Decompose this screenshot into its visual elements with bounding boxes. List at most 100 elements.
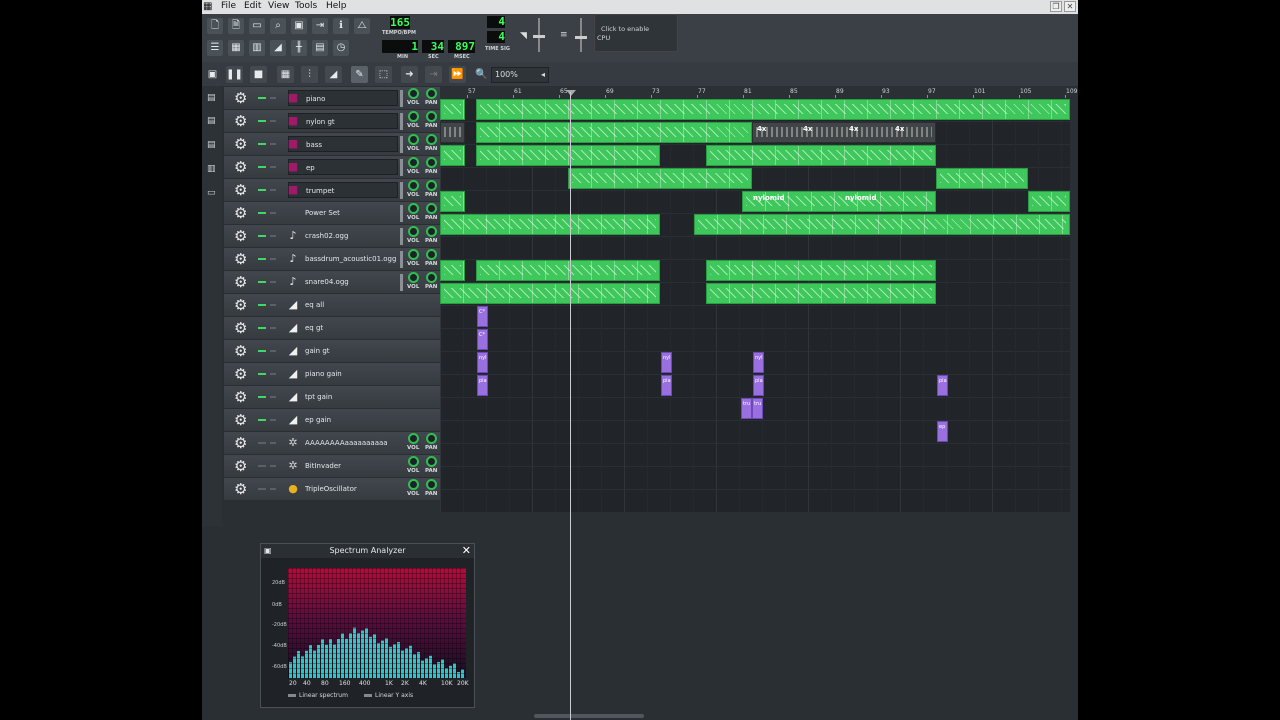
- mute-toggle[interactable]: [258, 304, 266, 306]
- track-settings-gear-icon[interactable]: ⚙: [234, 135, 247, 153]
- timesig-numerator-display[interactable]: 4: [487, 16, 505, 28]
- samples-folder-icon[interactable]: ▤: [207, 116, 217, 126]
- pan-knob[interactable]: [426, 111, 437, 122]
- pan-knob[interactable]: [426, 203, 437, 214]
- track-settings-gear-icon[interactable]: ⚙: [234, 250, 247, 268]
- mute-toggle[interactable]: [258, 258, 266, 260]
- pan-knob[interactable]: [426, 272, 437, 283]
- mute-toggle[interactable]: [258, 465, 266, 467]
- automation-clip[interactable]: tru: [741, 398, 752, 419]
- vol-knob[interactable]: [408, 456, 419, 467]
- pause-icon[interactable]: ❚❚: [226, 66, 243, 83]
- solo-toggle[interactable]: [270, 396, 276, 398]
- track-row[interactable]: ⚙ bass ■ VOL PAN: [224, 133, 440, 156]
- track-name[interactable]: crash02.ogg: [288, 228, 398, 244]
- loop-points-icon[interactable]: ⇥: [425, 66, 442, 83]
- draw-mode-icon[interactable]: ✎: [351, 66, 368, 83]
- track-settings-gear-icon[interactable]: ⚙: [234, 227, 247, 245]
- automation-clip[interactable]: ep: [937, 421, 948, 442]
- automation-clip[interactable]: pia: [937, 375, 948, 396]
- mute-toggle[interactable]: [258, 396, 266, 398]
- vol-knob[interactable]: [408, 272, 419, 283]
- solo-toggle[interactable]: [270, 166, 276, 168]
- menu-help[interactable]: Help: [326, 1, 347, 11]
- export-icon[interactable]: ⇥: [312, 18, 328, 34]
- mute-toggle[interactable]: [258, 212, 266, 214]
- solo-toggle[interactable]: [270, 97, 276, 99]
- track-settings-gear-icon[interactable]: ⚙: [234, 411, 247, 429]
- pan-knob[interactable]: [426, 479, 437, 490]
- track-row[interactable]: ⚙ piano gain ◢: [224, 363, 440, 386]
- mute-toggle[interactable]: [258, 373, 266, 375]
- solo-toggle[interactable]: [270, 488, 276, 490]
- track-settings-gear-icon[interactable]: ⚙: [234, 342, 247, 360]
- automation-clip[interactable]: nyl: [753, 352, 764, 373]
- vol-knob[interactable]: [408, 479, 419, 490]
- track-name[interactable]: AAAAAAAAaaaaaaaaaa: [288, 435, 398, 451]
- solo-toggle[interactable]: [270, 327, 276, 329]
- track-settings-gear-icon[interactable]: ⚙: [234, 158, 247, 176]
- pan-knob[interactable]: [426, 456, 437, 467]
- track-name[interactable]: bassdrum_acoustic01.ogg: [288, 251, 398, 267]
- mute-toggle[interactable]: [258, 189, 266, 191]
- automation-clip[interactable]: nyl: [477, 352, 488, 373]
- mute-toggle[interactable]: [258, 281, 266, 283]
- solo-toggle[interactable]: [270, 304, 276, 306]
- mute-toggle[interactable]: [258, 235, 266, 237]
- track-settings-gear-icon[interactable]: ⚙: [234, 204, 247, 222]
- track-name[interactable]: bass: [288, 136, 398, 152]
- menu-edit[interactable]: Edit: [244, 1, 261, 11]
- tempo-display[interactable]: 165: [390, 16, 410, 29]
- pattern-clip[interactable]: [706, 260, 936, 281]
- pattern-clip[interactable]: [440, 99, 465, 120]
- track-row[interactable]: ⚙ piano ■ VOL PAN: [224, 87, 440, 110]
- track-name[interactable]: trumpet: [288, 182, 398, 198]
- close-window-button[interactable]: ✕: [1064, 1, 1076, 12]
- new-project-icon[interactable]: 🗋: [207, 18, 223, 34]
- mute-toggle[interactable]: [258, 143, 266, 145]
- track-row[interactable]: ⚙ nylon gt ■ VOL PAN: [224, 110, 440, 133]
- solo-toggle[interactable]: [270, 143, 276, 145]
- arrangement-area[interactable]: 4x 4x 4x 4x nylomid nylomid C* C* nyl nyl nyl pia pi…: [440, 98, 1070, 512]
- stop-behaviour-icon[interactable]: ⏩: [449, 66, 466, 83]
- zoom-select[interactable]: 100% ◂: [491, 67, 549, 83]
- pan-knob[interactable]: [426, 157, 437, 168]
- pattern-clip[interactable]: nylomid nylomid: [742, 191, 936, 212]
- track-row[interactable]: ⚙ BitInvader ✲ VOL PAN: [224, 455, 440, 478]
- solo-toggle[interactable]: [270, 258, 276, 260]
- vol-knob[interactable]: [408, 433, 419, 444]
- track-row[interactable]: ⚙ trumpet ■ VOL PAN: [224, 179, 440, 202]
- track-name[interactable]: eq all: [288, 297, 398, 313]
- presets-folder-icon[interactable]: ▤: [207, 140, 217, 150]
- pattern-clip[interactable]: [440, 145, 465, 166]
- stop-icon[interactable]: ■: [250, 66, 267, 83]
- pattern-clip[interactable]: [706, 283, 936, 304]
- save-project-icon[interactable]: ▣: [291, 18, 307, 34]
- computer-icon[interactable]: ▭: [207, 188, 217, 198]
- vol-knob[interactable]: [408, 226, 419, 237]
- track-row[interactable]: ⚙ AAAAAAAAaaaaaaaaaa ✲ VOL PAN: [224, 432, 440, 455]
- solo-toggle[interactable]: [270, 442, 276, 444]
- vol-knob[interactable]: [408, 157, 419, 168]
- track-row[interactable]: ⚙ crash02.ogg ♪ VOL PAN: [224, 225, 440, 248]
- pattern-clip[interactable]: [440, 122, 465, 143]
- track-settings-gear-icon[interactable]: ⚙: [234, 388, 247, 406]
- pattern-clip[interactable]: [440, 260, 465, 281]
- close-icon[interactable]: ✕: [462, 545, 471, 557]
- pattern-clip[interactable]: [694, 214, 1070, 235]
- automation-clip[interactable]: tru: [752, 398, 763, 419]
- pattern-clip[interactable]: [440, 191, 465, 212]
- vol-knob[interactable]: [408, 180, 419, 191]
- solo-toggle[interactable]: [270, 350, 276, 352]
- track-name[interactable]: tpt gain: [288, 389, 398, 405]
- track-settings-gear-icon[interactable]: ⚙: [234, 296, 247, 314]
- menu-file[interactable]: File: [221, 1, 236, 11]
- mute-toggle[interactable]: [258, 488, 266, 490]
- pan-knob[interactable]: [426, 249, 437, 260]
- vol-knob[interactable]: [408, 111, 419, 122]
- track-name[interactable]: eq gt: [288, 320, 398, 336]
- menu-tools[interactable]: Tools: [295, 1, 317, 11]
- track-row[interactable]: ⚙ eq gt ◢: [224, 317, 440, 340]
- cpu-meter[interactable]: Click to enable CPU: [594, 14, 678, 52]
- add-sample-track-icon[interactable]: ⫶: [301, 66, 318, 83]
